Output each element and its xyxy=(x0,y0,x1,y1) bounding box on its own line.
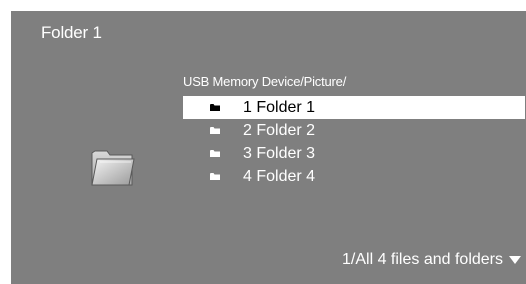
caret-down-icon[interactable] xyxy=(509,256,521,264)
open-folder-icon xyxy=(88,145,140,189)
list-item[interactable]: 1 Folder 1 xyxy=(183,96,525,119)
folder-icon xyxy=(210,127,220,134)
folder-icon xyxy=(210,150,220,157)
item-count-status: 1/All 4 files and folders xyxy=(342,249,521,271)
folder-icon xyxy=(210,104,220,111)
folder-list: 1 Folder 1 2 Folder 2 3 Folder 3 4 Folde… xyxy=(183,96,525,188)
list-item-label: 2 Folder 2 xyxy=(243,122,316,139)
item-count-label: 1/All 4 files and folders xyxy=(342,251,503,268)
list-item-label: 3 Folder 3 xyxy=(243,145,316,162)
list-item[interactable]: 3 Folder 3 xyxy=(183,142,525,165)
media-browser-screen: Folder 1 USB Memory Device/Picture/ 1 Fo… xyxy=(11,11,526,284)
list-item-label: 4 Folder 4 xyxy=(243,168,316,185)
folder-icon xyxy=(210,173,220,180)
list-item-label: 1 Folder 1 xyxy=(243,99,316,116)
breadcrumb-path: USB Memory Device/Picture/ xyxy=(183,74,347,89)
page-title: Folder 1 xyxy=(41,23,102,42)
list-item[interactable]: 2 Folder 2 xyxy=(183,119,525,142)
list-item[interactable]: 4 Folder 4 xyxy=(183,165,525,188)
